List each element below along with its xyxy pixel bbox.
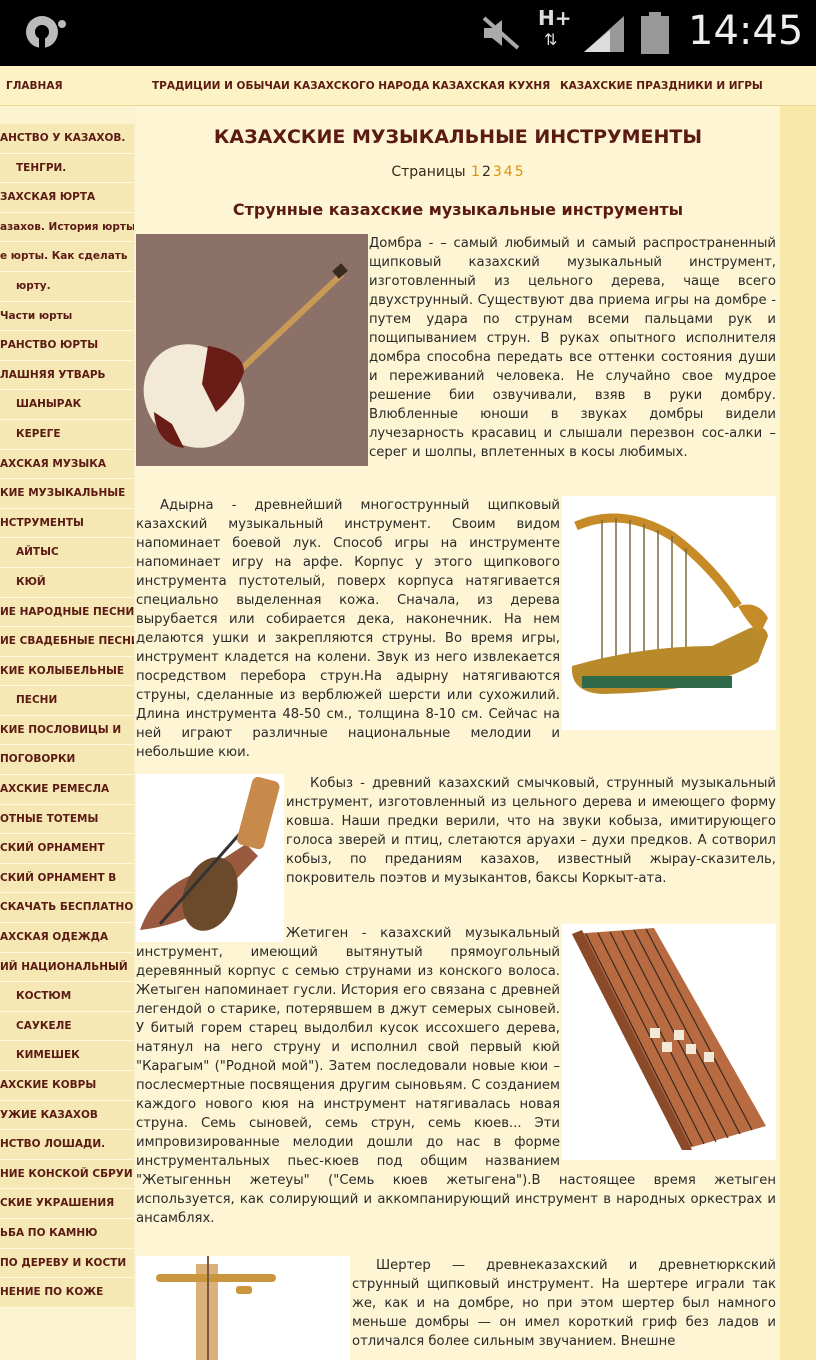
sidebar-item[interactable]: Части юрты [0, 302, 134, 332]
sidebar-item[interactable]: САУКЕЛЕ [0, 1012, 134, 1042]
sidebar-item[interactable]: КИЕ ПОСЛОВИЦЫ И [0, 716, 134, 746]
sidebar-item[interactable]: КЕРЕГЕ [0, 420, 134, 450]
sidebar-item[interactable]: ЛАШНЯЯ УТВАРЬ [0, 361, 134, 391]
sidebar-item[interactable]: ЬБА ПО КАМНЮ [0, 1219, 134, 1249]
status-bar: H+ ⇅ 14:45 [0, 0, 816, 66]
sidebar-item[interactable]: АНСТВО У КАЗАХОВ. [0, 124, 134, 154]
page-link-3[interactable]: 3 [493, 164, 502, 180]
sidebar-item[interactable]: УЖИЕ КАЗАХОВ [0, 1101, 134, 1131]
sidebar-item[interactable]: ОТНЫЕ ТОТЕМЫ [0, 805, 134, 835]
clock: 14:45 [688, 8, 804, 54]
pagination: Страницы 12345 [136, 164, 780, 180]
dombra-paragraph: Домбра - – самый любимый и самый распрос… [369, 236, 776, 460]
dombra-image [136, 234, 368, 466]
kobyz-paragraph: Кобыз - древний казахский смычковый, стр… [286, 776, 776, 886]
sidebar-item[interactable]: КЮЙ [0, 568, 134, 598]
main-content: КАЗАХСКИЕ МУЗЫКАЛЬНЫЕ ИНСТРУМЕНТЫ Страни… [136, 106, 780, 1360]
page-link-2[interactable]: 2 [482, 164, 491, 180]
sidebar-item[interactable]: АХСКИЕ РЕМЕСЛА [0, 775, 134, 805]
sidebar-item[interactable]: АХСКАЯ ОДЕЖДА [0, 923, 134, 953]
sidebar-item[interactable]: АХСКИЕ КОВРЫ [0, 1071, 134, 1101]
sidebar-item[interactable]: ПЕСНИ [0, 686, 134, 716]
mute-icon [482, 16, 520, 50]
app-notification-icon [26, 16, 66, 50]
sidebar-menu: АНСТВО У КАЗАХОВ. ТЕНГРИ. ЗАХСКАЯ ЮРТА азах… [0, 124, 134, 1308]
sidebar-item[interactable]: ПОГОВОРКИ [0, 745, 134, 776]
battery-icon [641, 12, 669, 54]
sherter-image [136, 1256, 350, 1360]
page-link-4[interactable]: 4 [504, 164, 513, 180]
network-type: H+ [538, 6, 572, 30]
nav-holidays[interactable]: КАЗАХСКИЕ ПРАЗДНИКИ И ИГРЫ [560, 80, 763, 92]
sidebar-item[interactable]: ИЕ СВАДЕБНЫЕ ПЕСНИ [0, 627, 134, 657]
sidebar-item[interactable]: РАНСТВО ЮРТЫ [0, 331, 134, 361]
sidebar-item[interactable]: СКИЕ УКРАШЕНИЯ [0, 1189, 134, 1219]
signal-icon [584, 16, 624, 52]
sidebar-item[interactable]: СКИЙ ОРНАМЕНТ В [0, 864, 134, 894]
sidebar-item[interactable]: ИЕ НАРОДНЫЕ ПЕСНИ [0, 598, 134, 628]
sidebar-item[interactable]: КОСТЮМ [0, 982, 134, 1012]
page-link-5[interactable]: 5 [515, 164, 524, 180]
right-margin [780, 106, 816, 1360]
sidebar-item[interactable]: ТЕНГРИ. [0, 154, 134, 184]
page-link-1[interactable]: 1 [471, 164, 480, 180]
sidebar-item[interactable]: ШАНЫРАК [0, 390, 134, 420]
adyrna-image [562, 496, 776, 730]
sidebar-item[interactable]: юрту. [0, 272, 134, 302]
zhetigen-paragraph: Жетиген - казахский музыкальный инструме… [136, 924, 776, 1228]
sidebar-item[interactable]: НСТРУМЕНТЫ [0, 509, 134, 539]
sidebar-item[interactable]: АЙТЫС [0, 538, 134, 568]
data-arrows-icon: ⇅ [544, 30, 558, 49]
pagination-label: Страницы [391, 164, 466, 180]
sidebar-item[interactable]: азахов. История юрты. [0, 213, 134, 243]
sidebar-item[interactable]: НИЕ КОНСКОЙ СБРУИ [0, 1160, 134, 1190]
adyrna-paragraph: Адырна - древнейший многострунный щипков… [136, 498, 560, 760]
sidebar-item[interactable]: КИМЕШЕК [0, 1041, 134, 1071]
sidebar-item[interactable]: КИЕ МУЗЫКАЛЬНЫЕ [0, 479, 134, 509]
sidebar-item[interactable]: НСТВО ЛОШАДИ. [0, 1130, 134, 1160]
sidebar-item[interactable]: СКИЙ ОРНАМЕНТ [0, 834, 134, 864]
sidebar-item[interactable]: АХСКАЯ МУЗЫКА [0, 450, 134, 480]
sidebar-item[interactable]: ЗАХСКАЯ ЮРТА [0, 183, 134, 213]
sidebar-item[interactable]: КИЕ КОЛЫБЕЛЬНЫЕ [0, 657, 134, 687]
top-navigation: ГЛАВНАЯ ТРАДИЦИИ И ОБЫЧАИ КАЗАХСКОГО НАР… [0, 66, 816, 106]
kobyz-image [136, 774, 284, 942]
page-title: КАЗАХСКИЕ МУЗЫКАЛЬНЫЕ ИНСТРУМЕНТЫ [213, 126, 703, 148]
sidebar-item[interactable]: ИЙ НАЦИОНАЛЬНЫЙ [0, 953, 134, 983]
nav-home[interactable]: ГЛАВНАЯ [6, 80, 63, 92]
section-subtitle: Струнные казахские музыкальные инструмен… [232, 200, 684, 219]
nav-traditions[interactable]: ТРАДИЦИИ И ОБЫЧАИ КАЗАХСКОГО НАРОДА [152, 80, 429, 92]
zhetigen-float-spacer [560, 924, 776, 1160]
sidebar-item[interactable]: СКАЧАТЬ БЕСПЛАТНО [0, 893, 134, 924]
nav-cuisine[interactable]: КАЗАХСКАЯ КУХНЯ [432, 80, 550, 92]
sherter-paragraph: Шертер — древнеказахский и древнетюркски… [352, 1258, 776, 1349]
sidebar-item[interactable]: ПО ДЕРЕВУ И КОСТИ [0, 1249, 134, 1279]
sidebar-item[interactable]: НЕНИЕ ПО КОЖЕ [0, 1278, 134, 1308]
sidebar-item[interactable]: е юрты. Как сделать [0, 242, 134, 272]
